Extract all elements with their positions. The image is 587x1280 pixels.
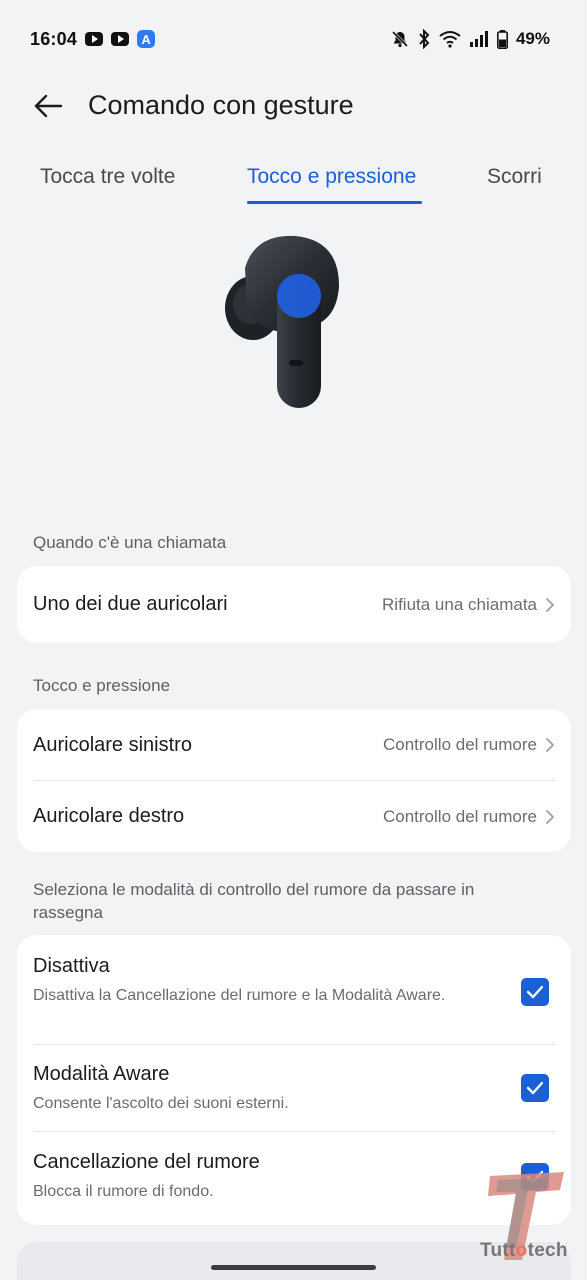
check-title: Disattiva <box>33 955 110 977</box>
check-subtitle: Disattiva la Cancellazione del rumore e … <box>33 987 446 1004</box>
youtube-icon <box>85 32 104 46</box>
youtube-icon <box>111 32 130 46</box>
status-right: 49% <box>391 29 550 49</box>
section-label-call: Quando c'è una chiamata <box>33 533 227 552</box>
setting-row-auricolare-sinistro[interactable]: Auricolare sinistro Controllo del rumore <box>17 709 571 781</box>
tab-scorri[interactable]: Scorri <box>487 165 542 189</box>
row-value-text: Controllo del rumore <box>382 735 537 754</box>
divider <box>33 1044 555 1045</box>
page-title: Comando con gesture <box>88 90 354 120</box>
bluetooth-icon <box>419 29 430 49</box>
row-title: Auricolare destro <box>33 805 185 827</box>
check-title: Modalità Aware <box>33 1063 170 1085</box>
tab-tocco-e-pressione[interactable]: Tocco e pressione <box>247 165 416 189</box>
section-label-noise: Seleziona le modalità di controllo del r… <box>33 880 475 922</box>
divider <box>33 1131 555 1132</box>
earbud-illustration <box>225 235 339 408</box>
check-subtitle: Consente l'ascolto dei suoni esterni. <box>33 1095 289 1112</box>
chevron-right-icon <box>546 597 554 612</box>
check-row-modalita-aware[interactable]: Modalità Aware Consente l'ascolto dei su… <box>17 1063 571 1115</box>
row-title: Uno dei due auricolari <box>33 593 228 615</box>
a-app-icon: A <box>137 30 156 48</box>
battery-level: 49% <box>515 29 550 48</box>
signal-icon <box>469 31 488 47</box>
header: Comando con gesture <box>0 80 587 130</box>
watermark-text: Tuttotech <box>480 1240 568 1262</box>
check-title: Cancellazione del rumore <box>33 1151 260 1173</box>
home-indicator[interactable] <box>211 1265 376 1270</box>
row-title: Auricolare sinistro <box>33 733 192 756</box>
checkbox-modalita-aware[interactable] <box>521 1074 549 1102</box>
tab-bar: Tocca tre volte Tocco e pressione Scorri <box>0 165 587 209</box>
chevron-right-icon <box>546 738 554 752</box>
status-left: 16:04 A <box>30 28 156 50</box>
chevron-right-icon <box>546 809 554 824</box>
checkmark-icon <box>526 1081 544 1095</box>
setting-row-uno-dei-due[interactable]: Uno dei due auricolari Rifiuta una chiam… <box>17 566 571 643</box>
mute-bell-icon <box>391 30 409 48</box>
section-label-press: Tocco e pressione <box>33 676 171 695</box>
status-time: 16:04 <box>30 28 78 49</box>
row-value: Controllo del rumore <box>383 735 555 755</box>
active-tab-indicator <box>247 201 422 204</box>
tab-tocca-tre-volte[interactable]: Tocca tre volte <box>40 165 175 189</box>
row-value-text: Controllo del rumore <box>382 806 537 826</box>
call-card: Uno dei due auricolari Rifiuta una chiam… <box>17 566 571 643</box>
watermark-accent: o <box>515 1240 528 1261</box>
press-card: Auricolare sinistro Controllo del rumore… <box>17 709 571 852</box>
status-bar: 16:04 A 49% <box>0 0 587 78</box>
battery-icon <box>496 29 508 49</box>
back-arrow-icon <box>34 94 63 118</box>
row-value-text: Rifiuta una chiamata <box>382 594 537 614</box>
back-button[interactable] <box>30 88 66 124</box>
setting-row-auricolare-destro[interactable]: Auricolare destro Controllo del rumore <box>17 781 571 852</box>
check-row-disattiva[interactable]: Disattiva Disattiva la Cancellazione del… <box>17 955 571 1007</box>
row-value: Rifiuta una chiamata <box>382 595 555 615</box>
checkmark-icon <box>526 985 544 999</box>
wifi-icon <box>439 31 461 48</box>
check-subtitle: Blocca il rumore di fondo. <box>33 1183 214 1200</box>
watermark-prefix: Tutt <box>480 1240 516 1261</box>
row-value: Controllo del rumore <box>383 807 555 827</box>
watermark-suffix: tech <box>527 1240 568 1261</box>
checkbox-disattiva[interactable] <box>521 978 549 1006</box>
